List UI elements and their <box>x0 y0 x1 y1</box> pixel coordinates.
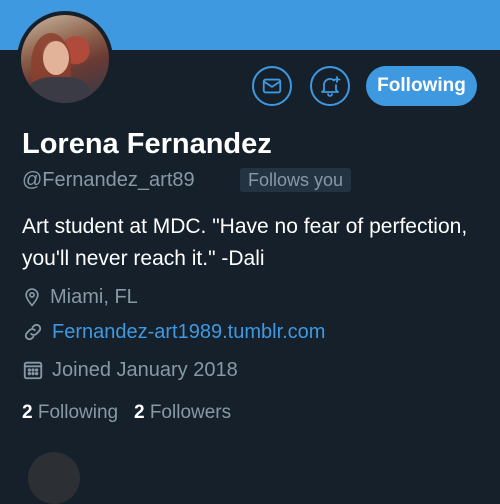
next-tweet-avatar[interactable] <box>28 452 80 504</box>
link-icon <box>24 323 42 341</box>
website-link[interactable]: Fernandez-art1989.tumblr.com <box>52 320 325 344</box>
joined-row: Joined January 2018 <box>22 358 238 382</box>
avatar-photo <box>21 15 109 103</box>
followers-label: Followers <box>149 402 232 423</box>
avatar-shirt <box>29 77 89 103</box>
profile-avatar[interactable] <box>17 11 113 107</box>
follows-you-badge: Follows you <box>240 168 352 192</box>
location-row: Miami, FL <box>22 285 138 309</box>
location-pin-icon <box>25 288 39 307</box>
location-text: Miami, FL <box>50 286 138 308</box>
profile-stats: 2 Following 2 Followers <box>22 401 231 425</box>
following-count: 2 <box>22 402 33 423</box>
following-button[interactable]: Following <box>366 66 477 106</box>
avatar-face <box>43 41 69 75</box>
bell-plus-icon <box>321 76 341 97</box>
notifications-button[interactable] <box>310 66 350 106</box>
following-label: Following <box>37 402 119 423</box>
message-button[interactable] <box>252 66 292 106</box>
bio: Art student at MDC. "Have no fear of per… <box>22 215 468 270</box>
following-stat[interactable]: 2 Following <box>22 402 118 423</box>
display-name: Lorena Fernandez <box>22 128 272 160</box>
calendar-icon <box>23 361 43 380</box>
followers-count: 2 <box>133 402 145 423</box>
followers-stat[interactable]: 2 Followers <box>134 402 231 423</box>
joined-text: Joined January 2018 <box>52 359 238 381</box>
handle: @Fernandez_art89 <box>22 169 195 191</box>
mail-icon <box>262 78 282 94</box>
website-row: Fernandez-art1989.tumblr.com <box>22 320 325 344</box>
